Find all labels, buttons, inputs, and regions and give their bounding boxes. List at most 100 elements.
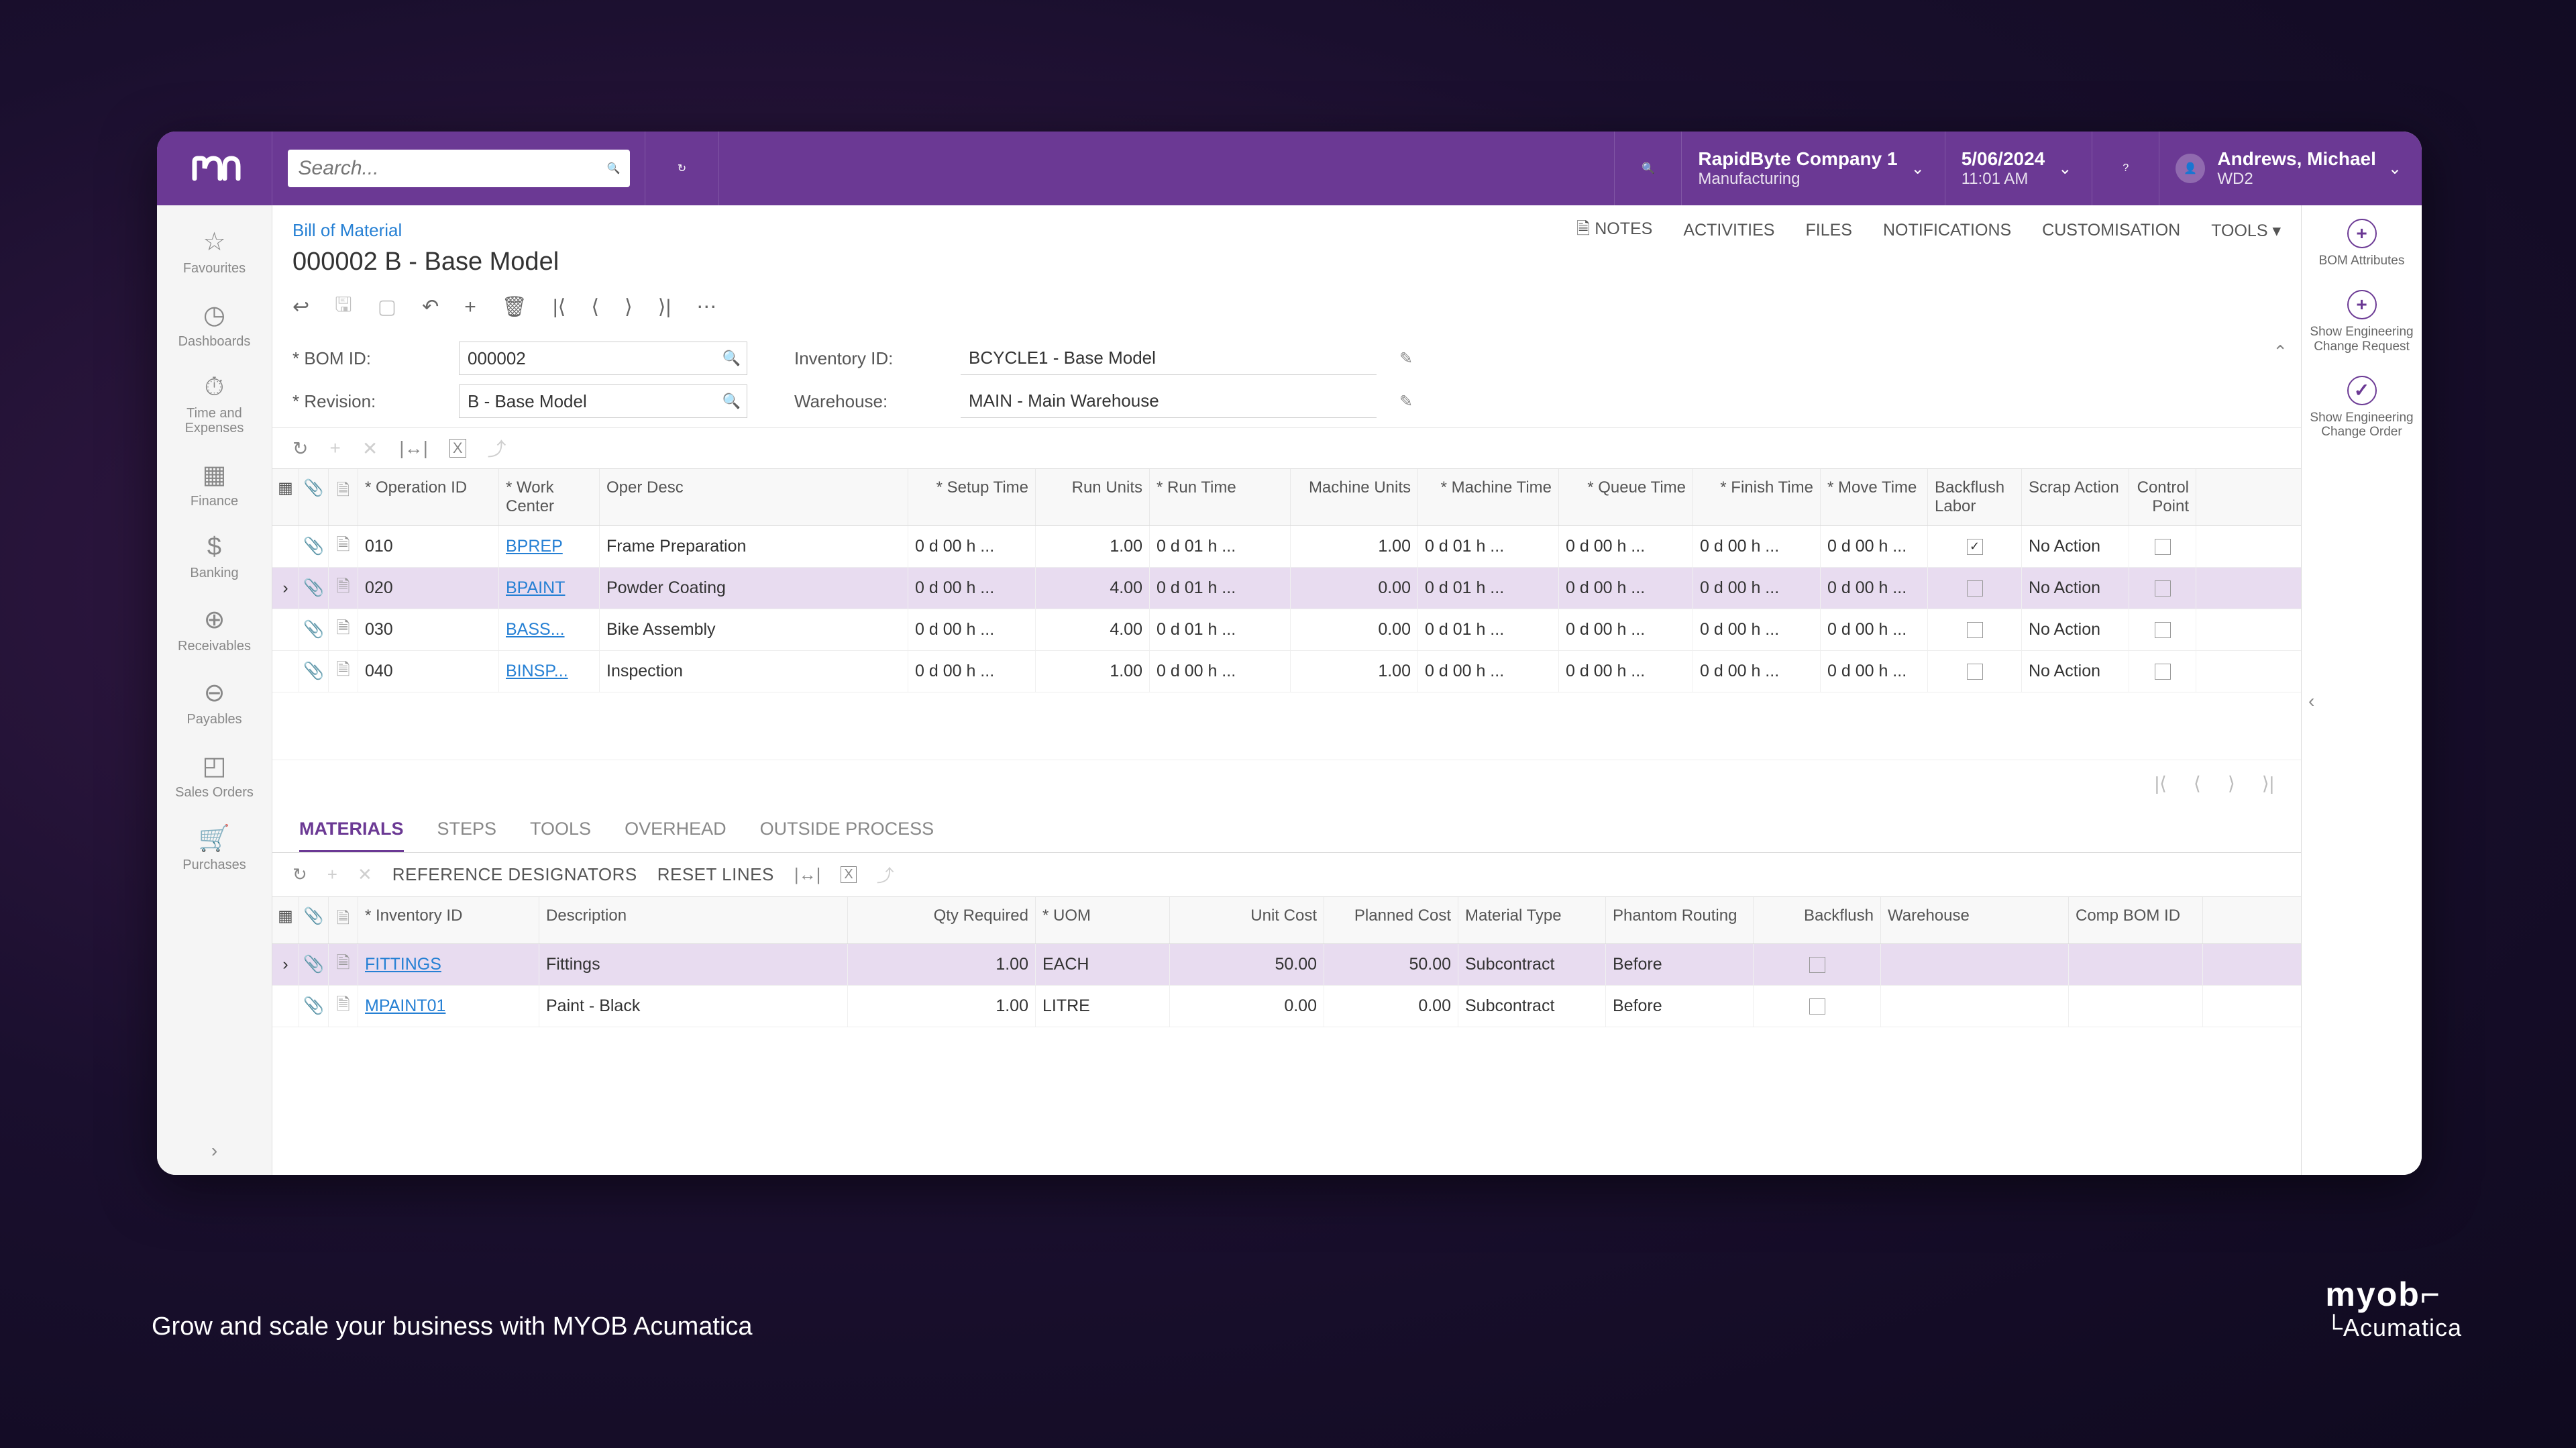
nav-item-sales-orders[interactable]: ◰Sales Orders — [157, 739, 272, 812]
attach-header[interactable]: 📎 — [299, 897, 329, 943]
user-menu[interactable]: 👤 Andrews, Michael WD2 ⌄ — [2159, 132, 2422, 205]
cell-move-time[interactable]: 0 d 00 h ... — [1821, 526, 1928, 567]
cell-backflush[interactable] — [1928, 568, 2022, 609]
cell-inventory-id[interactable]: FITTINGS — [358, 944, 539, 985]
cell-machine-units[interactable]: 1.00 — [1291, 526, 1418, 567]
fit-columns-icon[interactable]: |↔| — [399, 437, 428, 459]
notes-header[interactable]: 🗎 — [329, 897, 358, 943]
col-run-time[interactable]: * Run Time — [1150, 469, 1291, 525]
attachment-icon[interactable]: 📎 — [299, 651, 329, 692]
operation-row[interactable]: 📎 🗎 040 BINSP... Inspection 0 d 00 h ...… — [272, 651, 2301, 692]
material-row[interactable]: 📎 🗎 MPAINT01 Paint - Black 1.00 LITRE 0.… — [272, 986, 2301, 1027]
pager-last-icon[interactable]: ⟩| — [2262, 772, 2274, 794]
cell-machine-time[interactable]: 0 d 00 h ... — [1418, 651, 1559, 692]
refresh-icon[interactable]: ↻ — [292, 437, 308, 460]
note-icon[interactable]: 🗎 — [329, 568, 358, 609]
cell-run-time[interactable]: 0 d 01 h ... — [1150, 568, 1291, 609]
help-icon[interactable]: ? — [2092, 132, 2159, 205]
cell-control-point[interactable] — [2129, 651, 2196, 692]
col-backflush[interactable]: Backflush — [1754, 897, 1881, 943]
inventory-value[interactable]: BCYCLE1 - Base Model — [961, 342, 1377, 375]
delete-row-icon[interactable]: ✕ — [358, 864, 372, 885]
attachment-icon[interactable]: 📎 — [299, 526, 329, 567]
cell-move-time[interactable]: 0 d 00 h ... — [1821, 651, 1928, 692]
col-work-center[interactable]: * Work Center — [499, 469, 600, 525]
cell-operation-id[interactable]: 040 — [358, 651, 499, 692]
cell-queue-time[interactable]: 0 d 00 h ... — [1559, 526, 1693, 567]
lookup-icon[interactable]: 🔍 — [722, 393, 741, 410]
cell-warehouse[interactable] — [1881, 944, 2069, 985]
cell-work-center[interactable]: BPREP — [499, 526, 600, 567]
col-control-point[interactable]: Control Point — [2129, 469, 2196, 525]
back-icon[interactable]: ↩ — [292, 295, 309, 319]
cell-phantom-routing[interactable]: Before — [1606, 944, 1754, 985]
cell-scrap-action[interactable]: No Action — [2022, 609, 2129, 650]
first-icon[interactable]: |⟨ — [553, 295, 566, 319]
collapse-form-icon[interactable]: ⌃ — [2273, 342, 2288, 362]
panel-bom-attributes[interactable]: +BOM Attributes — [2319, 219, 2405, 268]
cell-run-units[interactable]: 4.00 — [1036, 609, 1150, 650]
lookup-icon[interactable]: 🔍 — [722, 350, 741, 367]
nav-item-time-and-expenses[interactable]: ⏱Time and Expenses — [157, 361, 272, 448]
cell-unit-cost[interactable]: 50.00 — [1170, 944, 1324, 985]
cell-backflush[interactable] — [1754, 986, 1881, 1027]
reset-lines-button[interactable]: RESET LINES — [657, 864, 774, 885]
row-selector[interactable] — [272, 986, 299, 1027]
attach-header[interactable]: 📎 — [299, 469, 329, 525]
cell-work-center[interactable]: BASS... — [499, 609, 600, 650]
pager-next-icon[interactable]: ⟩ — [2228, 772, 2235, 794]
cell-comp-bom-id[interactable] — [2069, 986, 2203, 1027]
cell-move-time[interactable]: 0 d 00 h ... — [1821, 609, 1928, 650]
global-search-icon[interactable]: 🔍 — [1615, 132, 1682, 205]
cell-run-time[interactable]: 0 d 01 h ... — [1150, 609, 1291, 650]
action-files[interactable]: FILES — [1805, 221, 1851, 240]
search-input[interactable] — [288, 150, 630, 187]
nav-expand-icon[interactable]: › — [157, 1140, 272, 1161]
notes-header[interactable]: 🗎 — [329, 469, 358, 525]
note-icon[interactable]: 🗎 — [329, 986, 358, 1027]
app-logo[interactable] — [157, 132, 272, 205]
cell-machine-units[interactable]: 0.00 — [1291, 568, 1418, 609]
attachment-icon[interactable]: 📎 — [299, 986, 329, 1027]
warehouse-value[interactable]: MAIN - Main Warehouse — [961, 384, 1377, 418]
tab-outside-process[interactable]: OUTSIDE PROCESS — [760, 819, 934, 852]
cell-machine-time[interactable]: 0 d 01 h ... — [1418, 568, 1559, 609]
action-notifications[interactable]: NOTIFICATIONS — [1883, 221, 2011, 240]
upload-icon[interactable]: ⤴ — [877, 862, 894, 887]
cell-scrap-action[interactable]: No Action — [2022, 526, 2129, 567]
panel-show-engineering-change-order[interactable]: ✓Show Engineering Change Order — [2302, 376, 2422, 440]
col-uom[interactable]: * UOM — [1036, 897, 1170, 943]
cell-planned-cost[interactable]: 0.00 — [1324, 986, 1458, 1027]
refresh-icon[interactable]: ↻ — [292, 864, 307, 885]
delete-icon[interactable]: 🗑 — [502, 295, 527, 319]
pencil-icon[interactable]: ✎ — [1399, 392, 1413, 411]
cell-setup-time[interactable]: 0 d 00 h ... — [908, 568, 1036, 609]
cell-finish-time[interactable]: 0 d 00 h ... — [1693, 568, 1821, 609]
col-material-type[interactable]: Material Type — [1458, 897, 1606, 943]
cell-unit-cost[interactable]: 0.00 — [1170, 986, 1324, 1027]
cell-material-type[interactable]: Subcontract — [1458, 944, 1606, 985]
save-icon[interactable]: 🖫 — [335, 290, 352, 324]
cell-control-point[interactable] — [2129, 526, 2196, 567]
cell-control-point[interactable] — [2129, 568, 2196, 609]
nav-item-banking[interactable]: $Banking — [157, 521, 272, 592]
cell-run-units[interactable]: 1.00 — [1036, 526, 1150, 567]
cell-description[interactable]: Inspection — [600, 651, 908, 692]
cell-scrap-action[interactable]: No Action — [2022, 568, 2129, 609]
col-move-time[interactable]: * Move Time — [1821, 469, 1928, 525]
search-icon[interactable]: 🔍 — [607, 162, 621, 175]
cell-description[interactable]: Bike Assembly — [600, 609, 908, 650]
export-excel-icon[interactable]: X — [449, 439, 466, 458]
cell-queue-time[interactable]: 0 d 00 h ... — [1559, 651, 1693, 692]
cell-setup-time[interactable]: 0 d 00 h ... — [908, 526, 1036, 567]
cell-run-units[interactable]: 4.00 — [1036, 568, 1150, 609]
nav-item-purchases[interactable]: 🛒Purchases — [157, 812, 272, 884]
col-comp-bom-id[interactable]: Comp BOM ID — [2069, 897, 2203, 943]
more-icon[interactable]: ⋯ — [696, 295, 716, 319]
cell-setup-time[interactable]: 0 d 00 h ... — [908, 651, 1036, 692]
add-row-icon[interactable]: + — [329, 437, 340, 459]
cell-scrap-action[interactable]: No Action — [2022, 651, 2129, 692]
cell-operation-id[interactable]: 010 — [358, 526, 499, 567]
pager-first-icon[interactable]: |⟨ — [2155, 772, 2167, 794]
cell-operation-id[interactable]: 020 — [358, 568, 499, 609]
